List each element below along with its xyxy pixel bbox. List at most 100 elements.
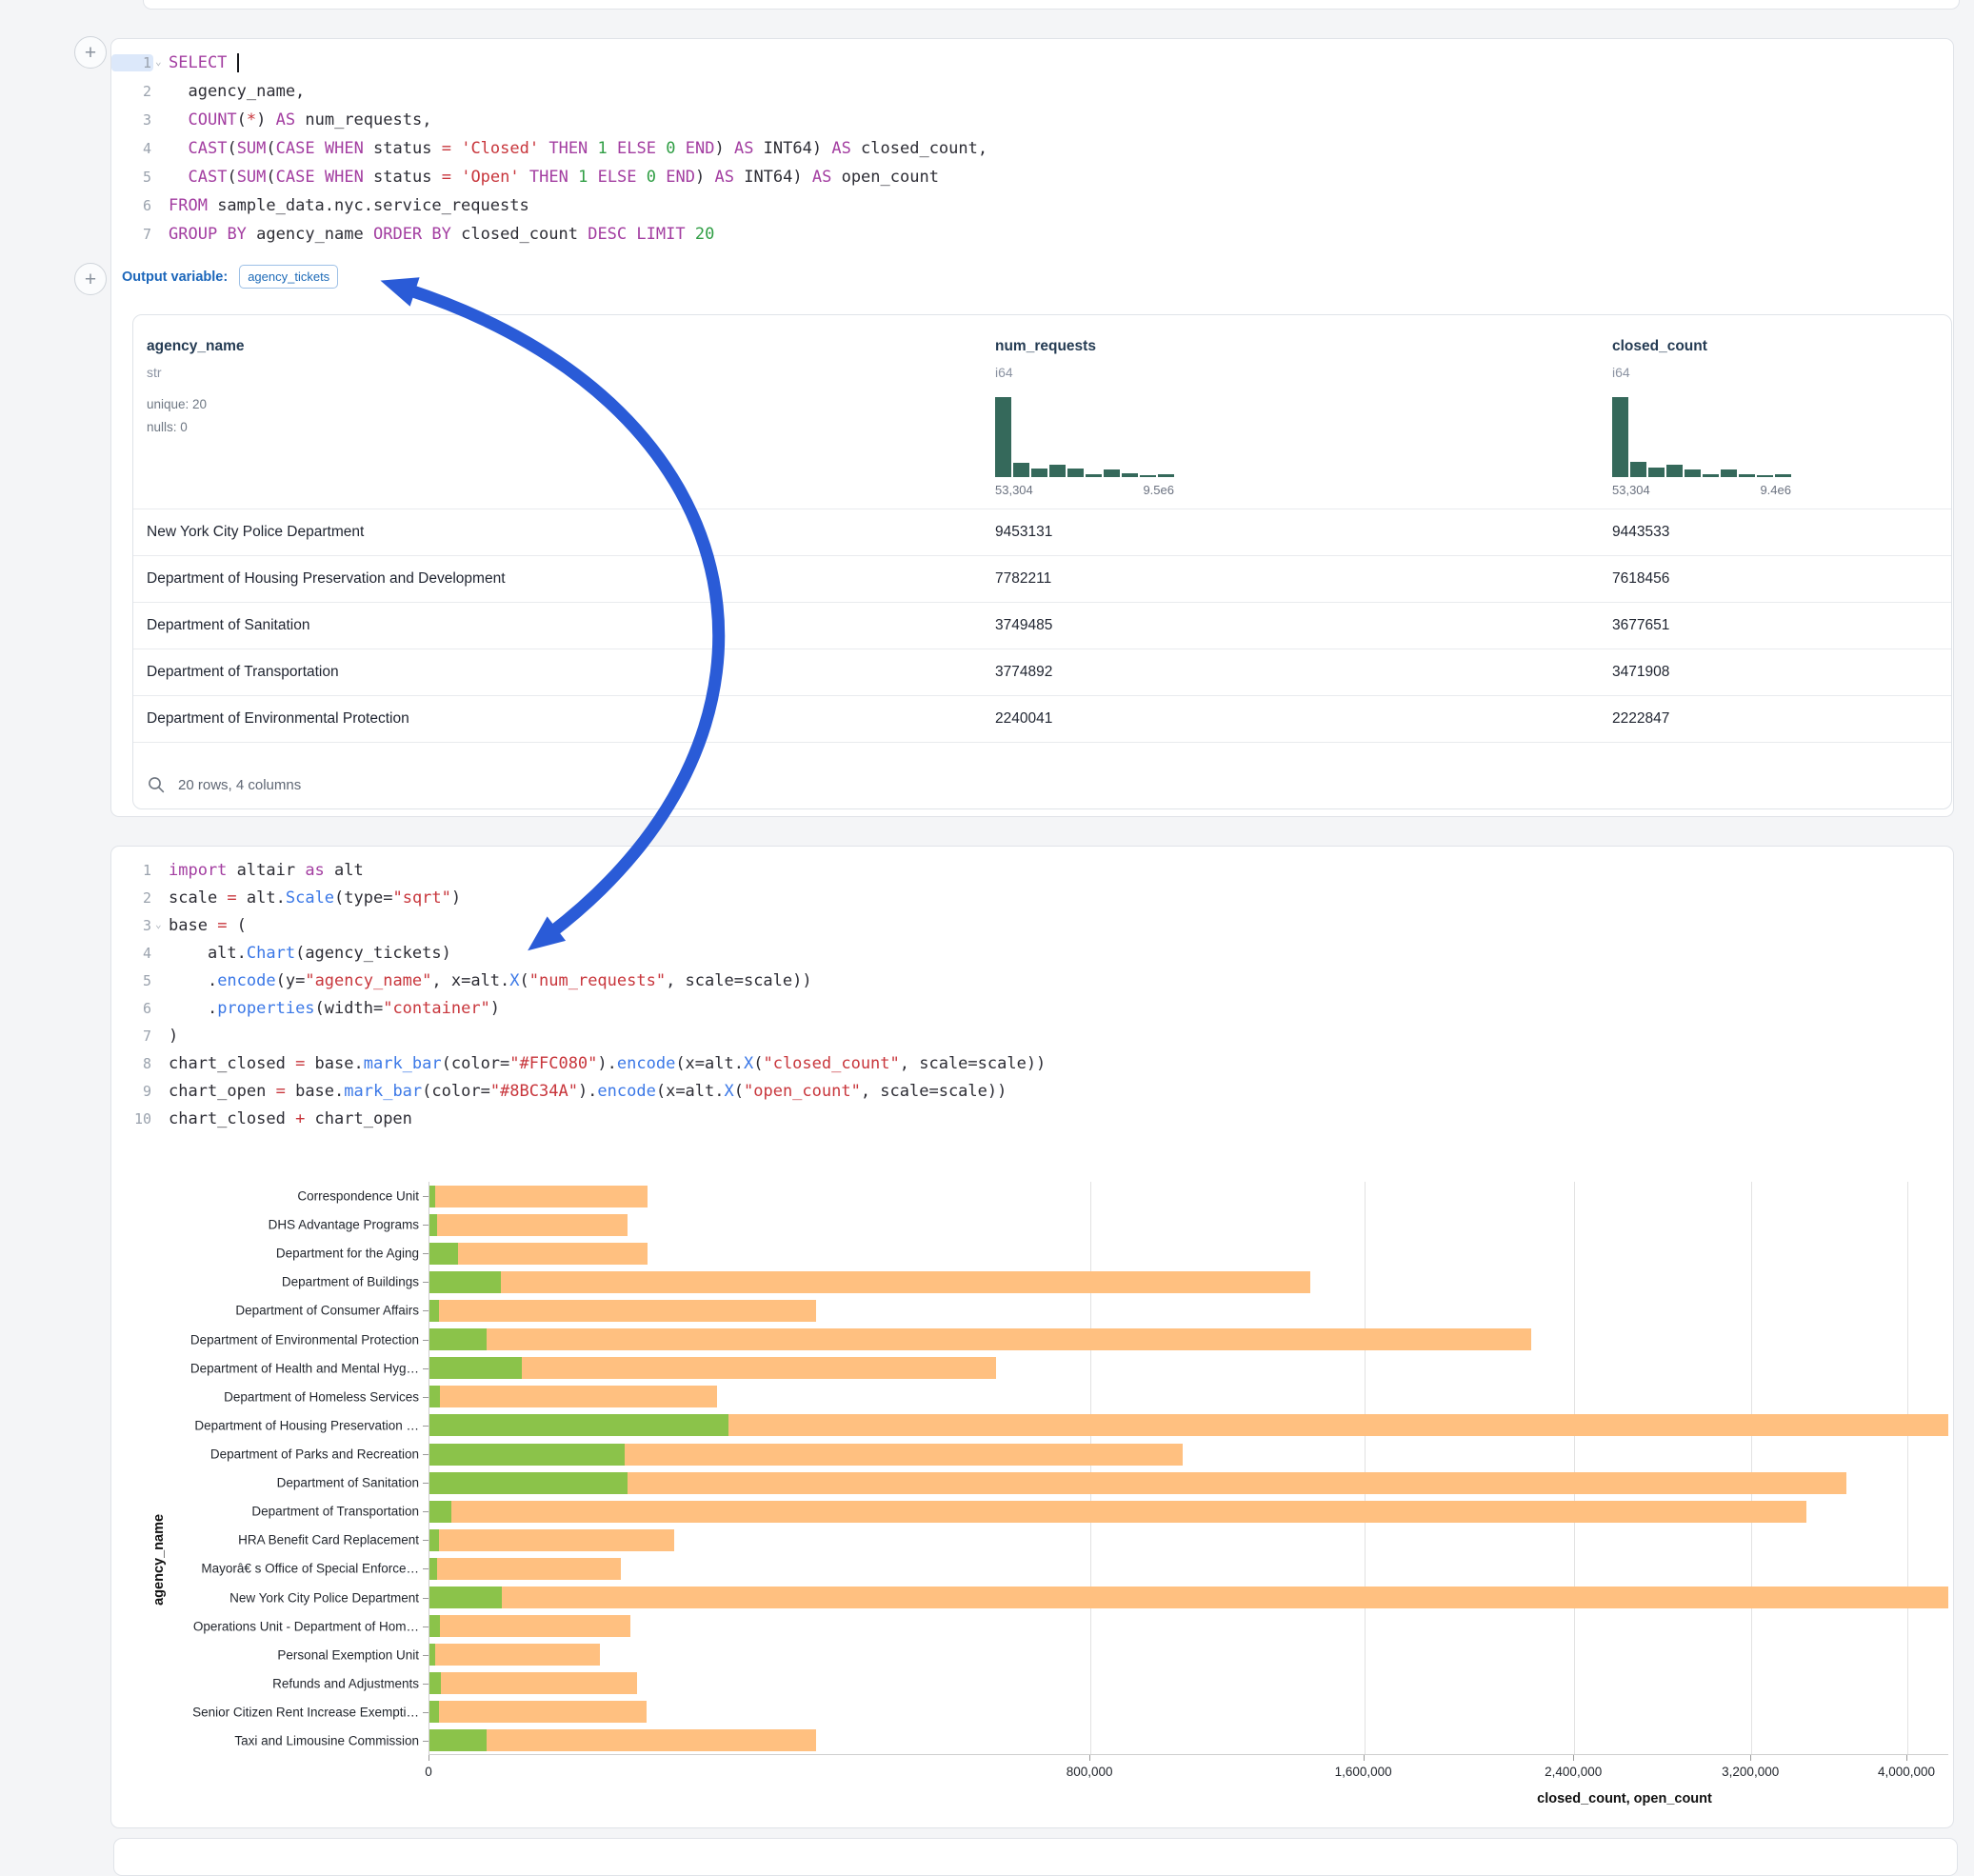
code-text[interactable]: agency_name,: [169, 82, 305, 101]
code-text[interactable]: chart_closed = base.mark_bar(color="#FFC…: [169, 1054, 1046, 1073]
collapse-caret-icon[interactable]: ⌄: [155, 918, 162, 930]
bar-closed_count: [429, 1271, 1310, 1293]
bar-closed_count: [429, 1186, 648, 1207]
bar-open_count: [429, 1644, 435, 1666]
code-text[interactable]: chart_open = base.mark_bar(color="#8BC34…: [169, 1082, 1007, 1101]
histogram-bar: [1049, 465, 1066, 477]
y-axis-label: Department of Health and Mental Hyg…: [133, 1361, 419, 1375]
y-axis-tick: [423, 1253, 429, 1254]
histogram-range: 53,3049.5e6: [995, 483, 1174, 497]
table-cell: 3471908: [1612, 664, 1952, 681]
line-number: 3⌄: [111, 917, 153, 934]
table-footer: 20 rows, 4 columns: [133, 742, 1951, 809]
bar-closed_count: [429, 1386, 717, 1407]
code-line[interactable]: 8chart_closed = base.mark_bar(color="#FF…: [111, 1049, 1953, 1077]
add-cell-button[interactable]: +: [74, 263, 107, 295]
y-axis-label: Department of Transportation: [133, 1505, 419, 1519]
code-text[interactable]: scale = alt.Scale(type="sqrt"): [169, 888, 461, 908]
code-text[interactable]: CAST(SUM(CASE WHEN status = 'Closed' THE…: [169, 139, 987, 158]
column-name: num_requests: [995, 338, 1096, 355]
y-axis-tick: [423, 1655, 429, 1656]
histogram-bar: [1013, 463, 1029, 477]
table-cell: Department of Transportation: [147, 664, 966, 681]
code-line[interactable]: 4 CAST(SUM(CASE WHEN status = 'Closed' T…: [111, 134, 1953, 163]
table-cell: Department of Sanitation: [147, 617, 966, 634]
code-line[interactable]: 5 CAST(SUM(CASE WHEN status = 'Open' THE…: [111, 163, 1953, 191]
bar-open_count: [429, 1243, 458, 1265]
y-axis-label: Department of Homeless Services: [133, 1389, 419, 1404]
chart-gridline: [1907, 1182, 1908, 1754]
code-text[interactable]: GROUP BY agency_name ORDER BY closed_cou…: [169, 225, 714, 244]
column-header-num_requests[interactable]: num_requestsi6453,3049.5e6: [995, 315, 1585, 509]
histogram-bar: [1630, 462, 1646, 477]
y-axis-tick: [423, 1196, 429, 1197]
python-editor[interactable]: 1import altair as alt2scale = alt.Scale(…: [111, 847, 1953, 1132]
collapse-caret-icon[interactable]: ⌄: [155, 55, 162, 68]
code-line[interactable]: 10chart_closed + chart_open: [111, 1105, 1953, 1132]
code-line[interactable]: 3⌄ base = (: [111, 911, 1953, 939]
code-line[interactable]: 6 .properties(width="container"): [111, 994, 1953, 1022]
chart-gridline: [1365, 1182, 1366, 1754]
code-line[interactable]: 5 .encode(y="agency_name", x=alt.X("num_…: [111, 967, 1953, 994]
code-text[interactable]: alt.Chart(agency_tickets): [169, 944, 451, 963]
code-line[interactable]: 4 alt.Chart(agency_tickets): [111, 939, 1953, 967]
bar-open_count: [429, 1729, 487, 1751]
y-axis-tick: [423, 1282, 429, 1283]
code-line[interactable]: 7): [111, 1022, 1953, 1049]
sql-editor[interactable]: 1⌄SELECT 2 agency_name,3 COUNT(*) AS num…: [111, 39, 1953, 249]
bar-open_count: [429, 1300, 439, 1322]
bar-closed_count: [429, 1501, 1806, 1523]
code-text[interactable]: import altair as alt: [169, 861, 364, 880]
output-variable-chip[interactable]: agency_tickets: [239, 265, 338, 289]
histogram-bar: [1067, 469, 1084, 477]
histogram-min: 53,304: [1612, 483, 1650, 497]
histogram-bar: [1721, 469, 1737, 477]
code-line[interactable]: 1⌄SELECT: [111, 49, 1953, 77]
table-cell: 3774892: [995, 664, 1585, 681]
table-row[interactable]: New York City Police Department945313194…: [133, 509, 1951, 555]
line-number: 3: [111, 111, 153, 129]
code-text[interactable]: ): [169, 1027, 178, 1046]
code-line[interactable]: 6FROM sample_data.nyc.service_requests: [111, 191, 1953, 220]
table-row[interactable]: Department of Housing Preservation and D…: [133, 555, 1951, 602]
y-axis-label: Personal Exemption Unit: [133, 1647, 419, 1662]
column-histogram: [1612, 397, 1791, 477]
text-cursor: [237, 53, 239, 72]
code-line[interactable]: 2scale = alt.Scale(type="sqrt"): [111, 884, 1953, 911]
add-cell-button[interactable]: +: [74, 36, 107, 69]
x-axis-tick-label: 4,000,000: [1878, 1765, 1935, 1779]
code-text[interactable]: CAST(SUM(CASE WHEN status = 'Open' THEN …: [169, 168, 939, 187]
column-name: agency_name: [147, 338, 245, 355]
line-number: 9: [111, 1083, 153, 1100]
bar-closed_count: [429, 1300, 816, 1322]
y-axis-label: Correspondence Unit: [133, 1189, 419, 1204]
bar-open_count: [429, 1501, 451, 1523]
table-row[interactable]: Department of Transportation 3774892 34719…: [133, 649, 1951, 695]
code-line[interactable]: 1import altair as alt: [111, 856, 1953, 884]
y-axis-label: Mayorâ€ s Office of Special Enforce…: [133, 1562, 419, 1576]
code-text[interactable]: .encode(y="agency_name", x=alt.X("num_re…: [169, 971, 812, 990]
column-header-agency_name[interactable]: agency_namestrunique: 20nulls: 0: [147, 315, 966, 509]
bar-open_count: [429, 1615, 440, 1637]
code-line[interactable]: 9 chart_open = base.mark_bar(color="#8BC3…: [111, 1077, 1953, 1105]
code-text[interactable]: COUNT(*) AS num_requests,: [169, 110, 431, 130]
x-axis-tick: [1089, 1755, 1090, 1761]
code-text[interactable]: chart_closed + chart_open: [169, 1109, 412, 1128]
table-row[interactable]: Department of Environmental Protection22…: [133, 695, 1951, 742]
search-icon[interactable]: [147, 775, 166, 794]
bar-open_count: [429, 1587, 502, 1608]
chart-plot-area: [429, 1182, 1948, 1755]
code-line[interactable]: 7GROUP BY agency_name ORDER BY closed_co…: [111, 220, 1953, 249]
y-axis-tick: [423, 1540, 429, 1541]
y-axis-tick: [423, 1454, 429, 1455]
code-line[interactable]: 3 COUNT(*) AS num_requests,: [111, 106, 1953, 134]
code-text[interactable]: SELECT: [169, 53, 239, 72]
code-text[interactable]: FROM sample_data.nyc.service_requests: [169, 196, 529, 215]
column-header-closed_count[interactable]: closed_counti6453,3049.4e6: [1612, 315, 1952, 509]
bar-open_count: [429, 1444, 625, 1466]
table-row[interactable]: Department of Sanitation37494853677651: [133, 602, 1951, 649]
code-text[interactable]: base = (: [169, 916, 247, 935]
table-cell: 9453131: [995, 524, 1585, 541]
code-line[interactable]: 2 agency_name,: [111, 77, 1953, 106]
code-text[interactable]: .properties(width="container"): [169, 999, 500, 1018]
